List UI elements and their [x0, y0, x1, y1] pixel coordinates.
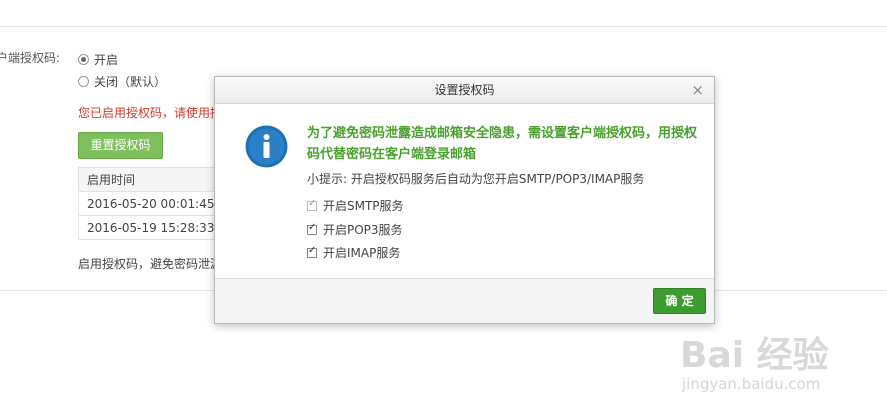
radio-disable[interactable]: 关闭（默认） [78, 73, 166, 90]
checkbox-check-icon [307, 198, 317, 211]
checkbox-pop3-label: 开启POP3服务 [323, 223, 403, 237]
radio-dot-icon [78, 54, 89, 65]
confirm-button[interactable]: 确 定 [653, 288, 706, 314]
close-icon[interactable]: × [691, 77, 704, 103]
table-row: 2016-05-19 15:28:33 [78, 215, 220, 240]
table-header-row: 启用时间 [78, 167, 220, 192]
checkbox-smtp[interactable]: 开启SMTP服务 [307, 197, 404, 214]
radio-enable-label: 开启 [94, 53, 119, 67]
checkbox-imap-label: 开启IMAP服务 [323, 246, 401, 260]
checkbox-pop3[interactable]: 开启POP3服务 [307, 221, 403, 238]
radio-enable[interactable]: 开启 [78, 51, 118, 68]
dialog-header: 设置授权码 × [215, 77, 714, 104]
checkbox-check-icon [307, 222, 317, 235]
radio-disable-label: 关闭（默认） [94, 75, 167, 89]
checkbox-imap[interactable]: 开启IMAP服务 [307, 244, 400, 261]
table-header: 启用时间 [78, 167, 220, 192]
info-icon [245, 125, 288, 168]
reset-auth-code-button[interactable]: 重置授权码 [78, 132, 163, 159]
auth-code-dialog: 设置授权码 × 为了避免密码泄露造成邮箱安全隐患，需设置客户端授权码，用授权码代… [214, 76, 715, 324]
radio-empty-icon [78, 76, 89, 87]
top-bar [0, 0, 887, 27]
dialog-tip: 小提示: 开启授权码服务后自动为您开启SMTP/POP3/IMAP服务 [307, 172, 645, 186]
checkbox-check-icon [307, 245, 317, 258]
table-cell: 2016-05-19 15:28:33 [78, 215, 220, 240]
footer-note: 启用授权码，避免密码泄漏 [78, 257, 223, 271]
dialog-warning: 为了避免密码泄露造成邮箱安全隐患，需设置客户端授权码，用授权码代替密码在客户端登… [307, 126, 698, 162]
table-cell: 2016-05-20 00:01:45 [78, 191, 220, 216]
watermark-logo: Bai 经验 [680, 335, 829, 376]
client-auth-label: 户端授权码: [0, 51, 61, 65]
auth-history-table: 启用时间 2016-05-20 00:01:45 2016-05-19 15:2… [78, 167, 220, 240]
auth-enabled-warning: 您已启用授权码，请使用授 [78, 106, 223, 120]
watermark-url: jingyan.baidu.com [682, 375, 821, 393]
table-row: 2016-05-20 00:01:45 [78, 191, 220, 216]
dialog-footer: 确 定 [215, 278, 714, 323]
dialog-title: 设置授权码 [434, 83, 495, 97]
checkbox-smtp-label: 开启SMTP服务 [323, 199, 404, 213]
watermark: Bai 经验 jingyan.baidu.com [680, 312, 880, 402]
